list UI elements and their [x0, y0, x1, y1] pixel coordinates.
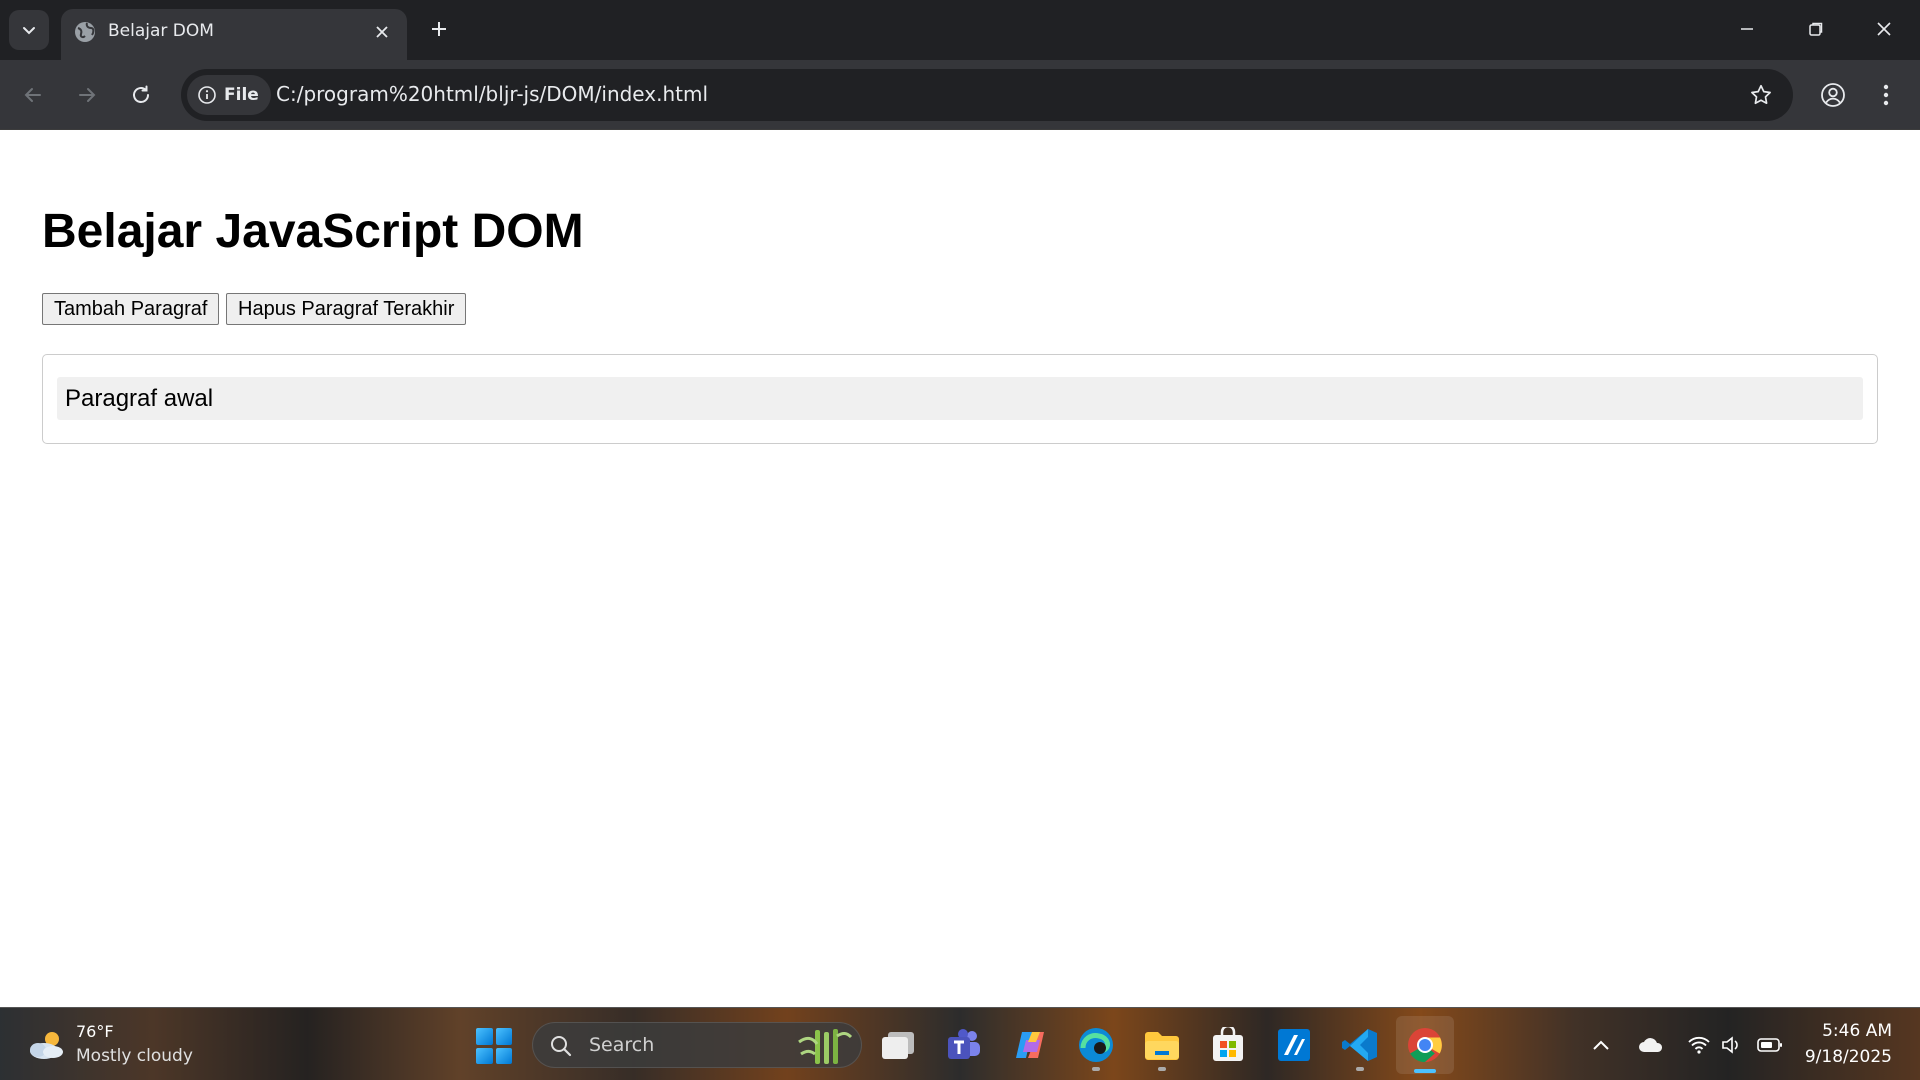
search-label: Search	[589, 1034, 655, 1056]
browser-toolbar: File C:/program%20html/bljr-js/DOM/index…	[0, 60, 1920, 130]
clock-date: 9/18/2025	[1804, 1047, 1892, 1067]
bamboo-highlight-icon	[798, 1029, 853, 1064]
vscode-icon	[1342, 1029, 1377, 1061]
forward-button[interactable]	[68, 76, 106, 114]
weather-description: Mostly cloudy	[76, 1046, 193, 1066]
wifi-button[interactable]	[1686, 1033, 1712, 1057]
cloud-icon	[1639, 1038, 1663, 1052]
teams-icon	[948, 1029, 980, 1059]
remove-last-paragraph-button[interactable]: Hapus Paragraf Terakhir	[226, 293, 467, 325]
restore-icon	[1809, 22, 1823, 36]
minimize-icon	[1741, 28, 1753, 30]
site-info-label: File	[224, 85, 259, 105]
address-bar[interactable]: File C:/program%20html/bljr-js/DOM/index…	[181, 69, 1793, 121]
arrow-left-icon	[24, 88, 41, 102]
tab-search-button[interactable]	[9, 10, 49, 50]
partly-cloudy-icon	[30, 1032, 63, 1059]
browser-tab-active[interactable]: Belajar DOM	[61, 9, 407, 60]
wifi-icon	[1688, 1036, 1710, 1054]
microsoft-store-app[interactable]	[1208, 1025, 1248, 1065]
azure-data-studio-icon	[1278, 1029, 1310, 1061]
clock-time: 5:46 AM	[1822, 1021, 1892, 1041]
plus-icon	[432, 22, 446, 36]
paragraph-item: Paragraf awal	[57, 377, 1863, 420]
close-icon	[376, 26, 388, 38]
teams-app[interactable]	[944, 1025, 984, 1065]
paragraph-container: Paragraf awal	[42, 354, 1878, 444]
file-explorer-app[interactable]	[1142, 1025, 1182, 1071]
tab-title: Belajar DOM	[108, 21, 214, 41]
taskbar: 76°F Mostly cloudy Search 5:46 AM 9/18/2…	[0, 1007, 1920, 1080]
task-view-icon	[882, 1032, 914, 1059]
close-icon	[1877, 22, 1891, 36]
reload-button[interactable]	[122, 76, 160, 114]
page-heading: Belajar JavaScript DOM	[42, 205, 584, 258]
chrome-app[interactable]	[1405, 1025, 1445, 1073]
tab-close-button[interactable]	[369, 19, 395, 45]
edge-icon	[1079, 1028, 1113, 1062]
edge-app[interactable]	[1076, 1025, 1116, 1071]
more-vert-icon	[1883, 84, 1889, 106]
search-icon	[551, 1036, 572, 1057]
taskbar-search[interactable]: Search	[532, 1022, 862, 1068]
chevron-up-icon	[1593, 1040, 1609, 1050]
page-content: Belajar JavaScript DOM Tambah Paragraf H…	[0, 131, 1920, 1007]
vscode-app[interactable]	[1340, 1025, 1380, 1071]
bookmark-button[interactable]	[1743, 77, 1779, 113]
chevron-down-icon	[23, 27, 35, 35]
onedrive-button[interactable]	[1638, 1033, 1664, 1057]
globe-icon	[75, 22, 95, 42]
info-icon	[198, 86, 216, 104]
copilot-app[interactable]	[1010, 1025, 1050, 1065]
url-text[interactable]: C:/program%20html/bljr-js/DOM/index.html	[276, 82, 708, 106]
start-button[interactable]	[476, 1028, 512, 1064]
profile-icon	[1821, 83, 1845, 107]
back-button[interactable]	[14, 76, 52, 114]
star-icon	[1751, 84, 1771, 105]
battery-icon	[1757, 1038, 1782, 1052]
reload-icon	[133, 85, 149, 103]
restore-button[interactable]	[1794, 8, 1838, 50]
add-paragraph-button[interactable]: Tambah Paragraf	[42, 293, 220, 325]
battery-button[interactable]	[1757, 1033, 1783, 1057]
site-info-chip[interactable]: File	[187, 75, 271, 115]
profile-button[interactable]	[1814, 76, 1852, 114]
show-hidden-icons-button[interactable]	[1588, 1033, 1614, 1057]
menu-button[interactable]	[1867, 76, 1905, 114]
browser-titlebar: Belajar DOM	[0, 0, 1920, 60]
chrome-icon	[1408, 1028, 1442, 1062]
copilot-icon	[1016, 1032, 1044, 1058]
close-window-button[interactable]	[1862, 8, 1906, 50]
minimize-button[interactable]	[1725, 8, 1769, 50]
volume-button[interactable]	[1718, 1033, 1744, 1057]
azure-data-studio-app[interactable]	[1274, 1025, 1314, 1065]
weather-temperature: 76°F	[76, 1022, 114, 1041]
new-tab-button[interactable]	[424, 14, 454, 44]
task-view-app[interactable]	[878, 1025, 918, 1065]
folder-icon	[1145, 1032, 1179, 1060]
store-icon	[1213, 1027, 1243, 1061]
arrow-right-icon	[79, 88, 96, 102]
volume-icon	[1722, 1036, 1738, 1054]
